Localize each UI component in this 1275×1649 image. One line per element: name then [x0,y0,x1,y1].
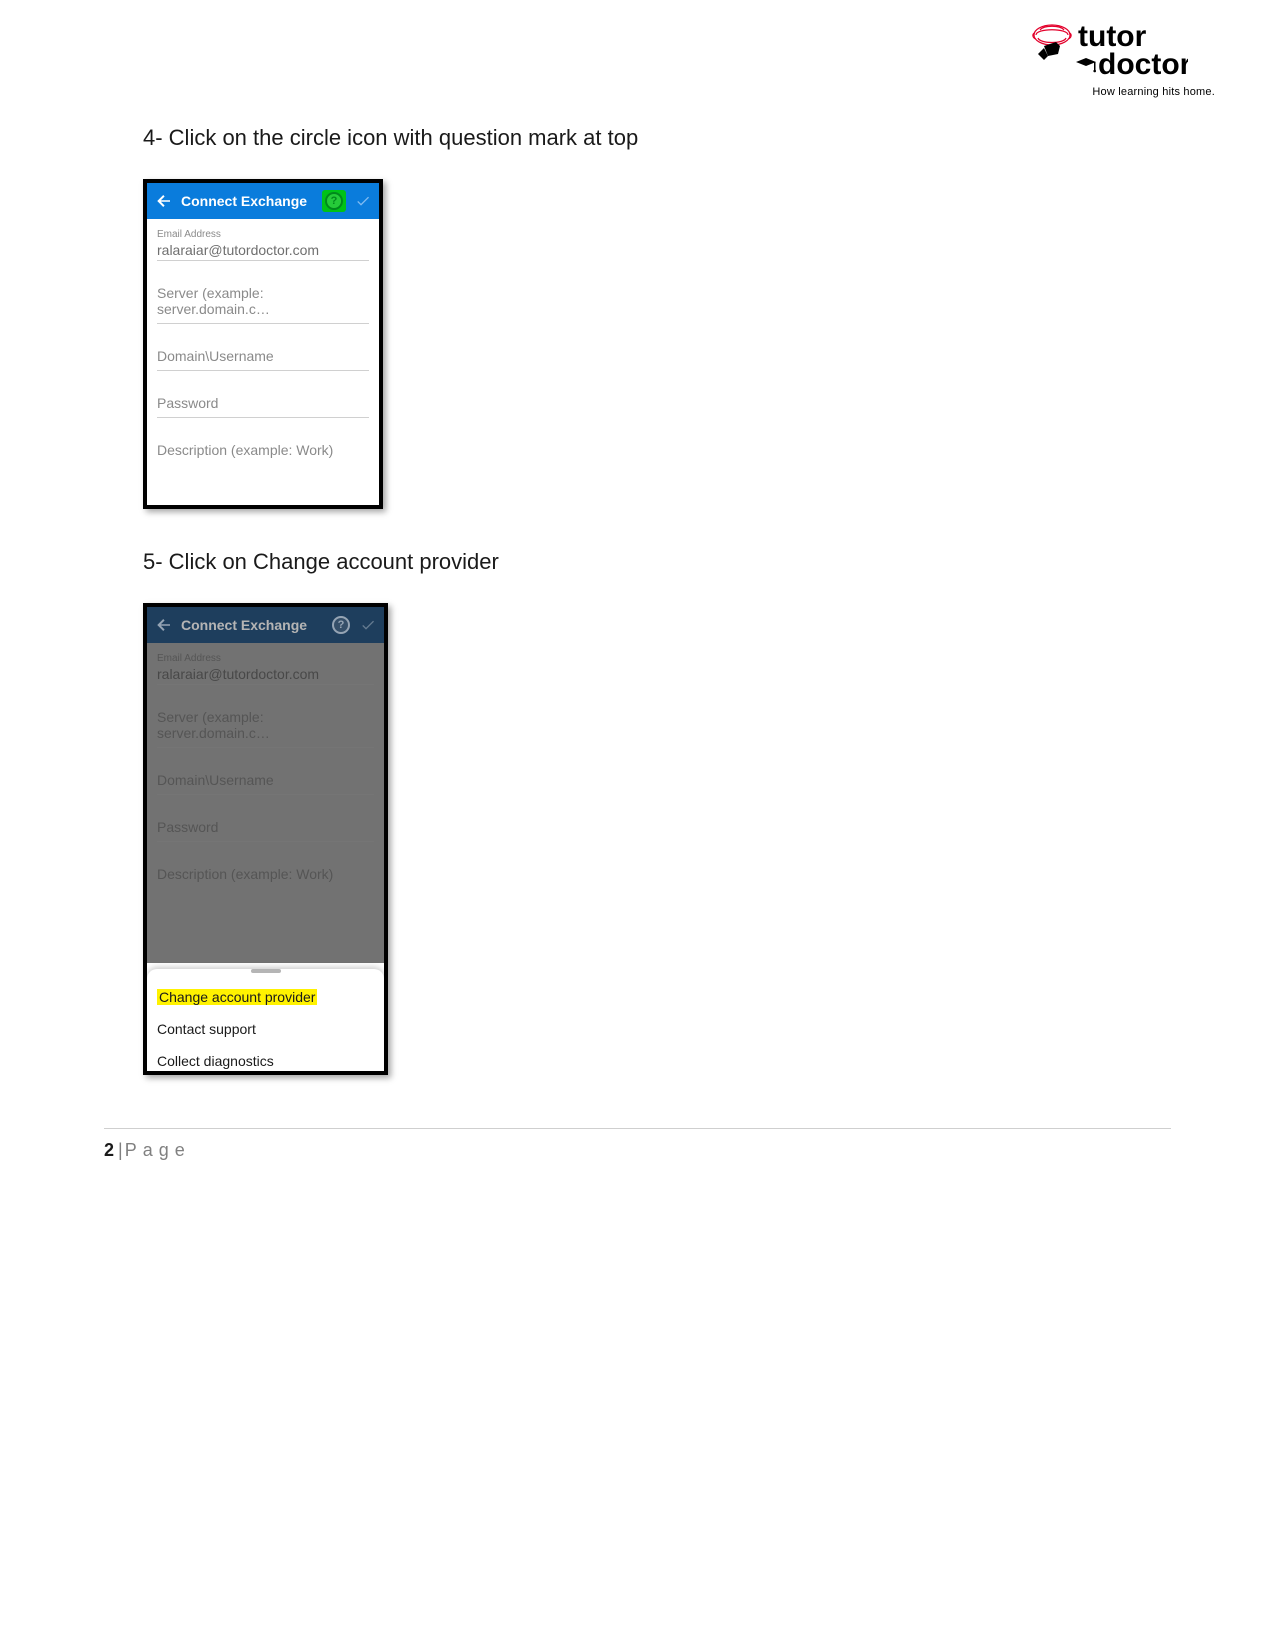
server-field[interactable]: Server (example: server.domain.c… [157,279,369,324]
screen-title-dimmed: Connect Exchange [181,617,307,633]
password-field: Password [157,813,374,842]
description-field[interactable]: Description (example: Work) [157,436,369,464]
screenshot-step-4: Connect Exchange ? Email Address ralarai… [143,179,383,509]
page-label: Page [125,1140,191,1160]
help-bottom-sheet: Change account provider Contact support … [147,969,384,1075]
document-page: tutor doctor How learning hits home. 4- … [0,0,1275,1649]
exchange-form: Email Address ralaraiar@tutordoctor.com … [147,219,379,464]
domain-placeholder: Domain\Username [157,342,369,368]
exchange-form-dimmed: Email Address ralaraiar@tutordoctor.com … [147,643,384,888]
domain-placeholder: Domain\Username [157,766,374,792]
logo-word-bottom: doctor [1098,48,1188,81]
password-placeholder: Password [157,389,369,415]
back-arrow-icon[interactable] [155,192,173,210]
logo-tagline: How learning hits home. [1092,86,1215,98]
sheet-drag-handle-icon[interactable] [251,969,281,973]
help-question-icon: ? [332,616,350,634]
password-placeholder: Password [157,813,374,839]
screenshot-step-5: Connect Exchange ? Email Address ralarai… [143,603,388,1075]
app-titlebar-dimmed: Connect Exchange ? [147,607,384,643]
domain-username-field[interactable]: Domain\Username [157,342,369,371]
brand-logo: tutor doctor How learning hits home. [1030,20,1215,98]
help-question-icon[interactable]: ? [325,192,343,210]
email-field: Email Address ralaraiar@tutordoctor.com [157,653,374,685]
server-field: Server (example: server.domain.c… [157,703,374,748]
description-placeholder: Description (example: Work) [157,436,369,462]
page-number: 2 [104,1140,114,1160]
email-label: Email Address [157,653,374,664]
dimmed-background: Connect Exchange ? Email Address ralarai… [147,607,384,963]
menu-item-label: Change account provider [157,989,317,1005]
email-label: Email Address [157,229,369,240]
menu-contact-support[interactable]: Contact support [147,1013,384,1045]
description-placeholder: Description (example: Work) [157,860,374,886]
footer-divider [104,1128,1171,1129]
back-arrow-icon [155,616,173,634]
step-5-heading: 5- Click on Change account provider [143,549,1275,575]
app-titlebar: Connect Exchange ? [147,183,379,219]
email-value: ralaraiar@tutordoctor.com [157,666,374,682]
description-field: Description (example: Work) [157,860,374,888]
server-placeholder: Server (example: server.domain.c… [157,703,374,745]
menu-change-account-provider[interactable]: Change account provider [147,981,384,1013]
confirm-check-icon [360,617,376,633]
email-field[interactable]: Email Address ralaraiar@tutordoctor.com [157,229,369,261]
menu-collect-diagnostics[interactable]: Collect diagnostics [147,1045,384,1075]
email-value: ralaraiar@tutordoctor.com [157,242,369,258]
tutor-doctor-logo-icon: tutor doctor [1030,20,1188,84]
page-footer: 2|Page [104,1140,191,1161]
step-4-heading: 4- Click on the circle icon with questio… [143,125,1275,151]
screen-title: Connect Exchange [181,193,307,209]
confirm-check-icon[interactable] [355,193,371,209]
server-placeholder: Server (example: server.domain.c… [157,279,369,321]
password-field[interactable]: Password [157,389,369,418]
domain-username-field: Domain\Username [157,766,374,795]
help-icon-highlight: ? [323,191,345,211]
